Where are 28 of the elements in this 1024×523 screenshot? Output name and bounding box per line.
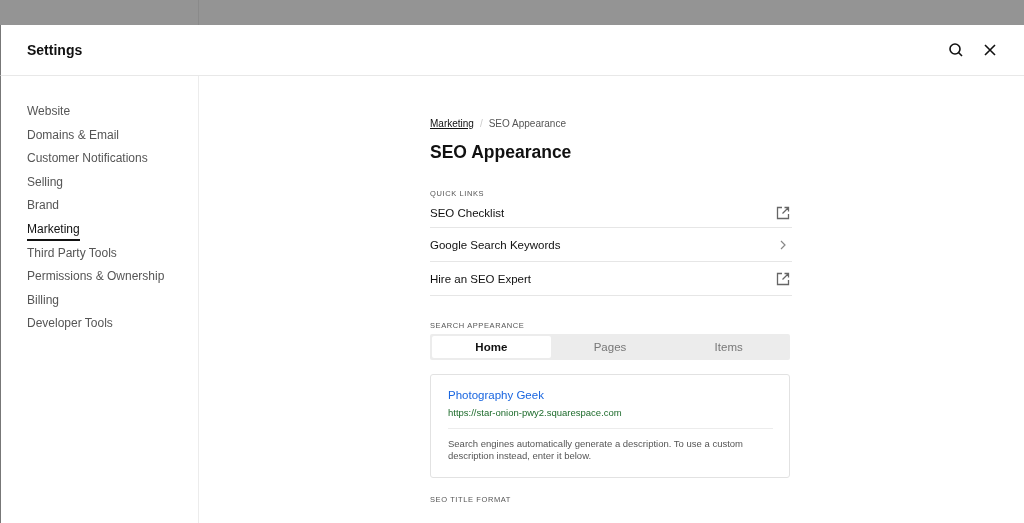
breadcrumb-separator: / <box>479 118 483 129</box>
window-title: Settings <box>27 42 84 58</box>
quick-link[interactable]: Google Search Keywords <box>430 228 792 262</box>
sidebar-item[interactable]: Developer Tools <box>27 316 113 335</box>
external-link-icon <box>776 271 790 286</box>
sidebar-item[interactable]: Selling <box>27 174 64 194</box>
sidebar-item[interactable]: Brand <box>27 198 60 217</box>
sidebar-item[interactable]: Third Party Tools <box>27 245 117 265</box>
search-button[interactable] <box>948 42 964 58</box>
sidebar-item[interactable]: Customer Notifications <box>27 151 148 170</box>
breadcrumb-link[interactable]: Marketing <box>430 118 474 129</box>
page-title: SEO Appearance <box>430 142 573 163</box>
preview-url: https://star-onion-pwy2.squarespace.com <box>448 407 773 429</box>
quick-link[interactable]: SEO Checklist <box>430 198 792 228</box>
preview-description: Search engines automatically generate a description. To use a custom description instead, enter it below. <box>448 438 745 462</box>
tab[interactable]: Home <box>432 336 551 358</box>
external-link-icon <box>776 205 790 220</box>
sidebar-item[interactable]: Billing <box>27 292 59 312</box>
preview-title: Photography Geek <box>448 389 545 401</box>
breadcrumb-current: SEO Appearance <box>488 118 566 129</box>
sidebar-item[interactable]: Domains & Email <box>27 127 120 147</box>
sidebar-item[interactable]: Marketing <box>27 221 80 241</box>
sidebar-item[interactable]: Website <box>27 104 71 123</box>
tab[interactable]: Pages <box>550 336 670 358</box>
quick-link[interactable]: Hire an SEO Expert <box>430 262 792 296</box>
close-button[interactable] <box>982 42 998 58</box>
tab[interactable]: Items <box>669 336 788 358</box>
sidebar-item[interactable]: Permissions & Ownership <box>27 269 165 288</box>
